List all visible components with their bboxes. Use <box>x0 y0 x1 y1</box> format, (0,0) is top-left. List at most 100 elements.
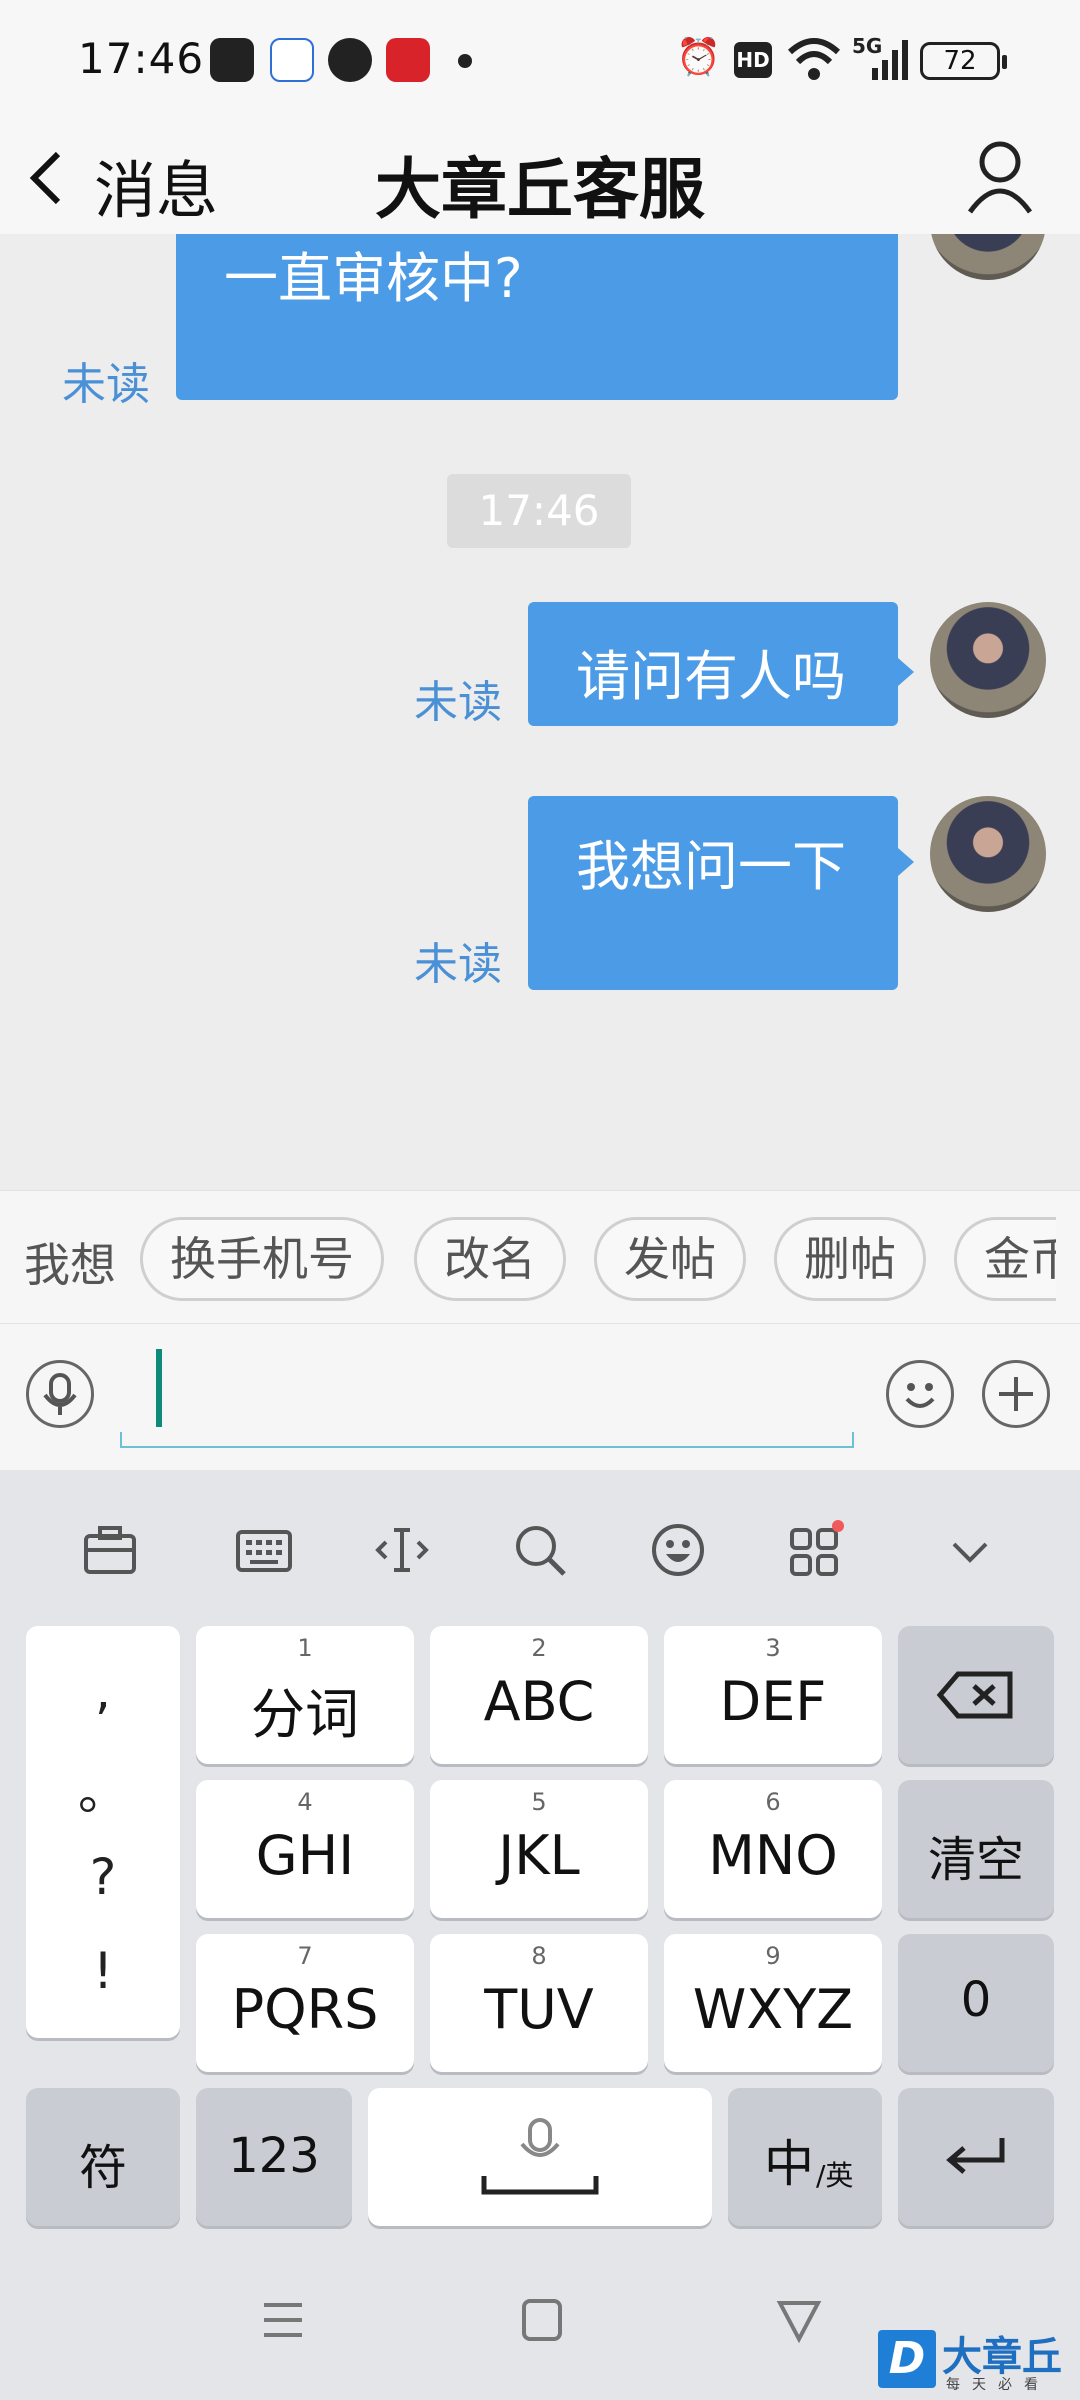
keyboard-icon[interactable] <box>224 1520 304 1600</box>
more-notifications-dot <box>458 54 472 68</box>
punctuation-key[interactable]: ! <box>26 1942 180 2000</box>
collapse-icon[interactable] <box>930 1520 1010 1600</box>
key-label: GHI <box>255 1824 355 1887</box>
key-number: 2 <box>531 1634 547 1662</box>
unread-status: 未读 <box>414 677 502 728</box>
apps-icon[interactable] <box>776 1520 856 1600</box>
shopping-app-icon <box>386 38 430 82</box>
message-input[interactable] <box>120 1432 854 1448</box>
message-text: 请问有人吗 <box>576 645 846 708</box>
key-number: 1 <box>297 1634 313 1662</box>
key-7[interactable]: 7 PQRS <box>196 1934 414 2072</box>
quick-reply-clip: 金币 <box>954 1191 1056 1323</box>
punctuation-key[interactable]: 。 <box>26 1752 180 1824</box>
emoji-button[interactable] <box>886 1360 954 1428</box>
numeric-label: 123 <box>228 2128 320 2184</box>
plus-icon <box>999 1377 1033 1411</box>
text-cursor <box>156 1349 162 1427</box>
enter-button[interactable] <box>898 2088 1054 2226</box>
key-label: MNO <box>708 1824 838 1887</box>
input-bar <box>0 1324 1080 1470</box>
app-notification-icon <box>210 38 254 82</box>
wifi-icon <box>786 34 842 82</box>
key-9[interactable]: 9 WXYZ <box>664 1934 882 2072</box>
symbol-button[interactable]: 符 <box>26 2088 180 2226</box>
key-0[interactable]: 0 <box>898 1934 1054 2072</box>
key-label: ABC <box>483 1670 595 1733</box>
page-title: 大章丘客服 <box>375 151 705 228</box>
smiley-icon <box>905 1383 935 1408</box>
key-2[interactable]: 2 ABC <box>430 1626 648 1764</box>
menu-icon[interactable] <box>258 2294 308 2359</box>
symbol-label: 符 <box>78 2140 127 2196</box>
watermark: D 大章丘 每天必看 <box>878 2324 1080 2400</box>
baidu-icon <box>270 38 314 82</box>
key-label: WXYZ <box>692 1978 854 2041</box>
message-bubble[interactable]: 一直审核中? <box>176 234 898 400</box>
message-bubble[interactable]: 请问有人吗 <box>528 602 898 726</box>
key-number: 4 <box>297 1788 313 1816</box>
language-toggle-button[interactable]: 中 /英 <box>728 2088 882 2226</box>
signal-icon <box>870 40 910 80</box>
key-8[interactable]: 8 TUV <box>430 1934 648 2072</box>
key-5[interactable]: 5 JKL <box>430 1780 648 1918</box>
voice-input-button[interactable] <box>26 1360 94 1428</box>
clear-label: 清空 <box>927 1832 1024 1888</box>
quick-reply-chip[interactable]: 换手机号 <box>140 1217 384 1301</box>
key-6[interactable]: 6 MNO <box>664 1780 882 1918</box>
quick-reply-chip[interactable]: 删帖 <box>774 1217 926 1301</box>
punctuation-key[interactable]: ? <box>26 1848 180 1906</box>
key-number: 3 <box>765 1634 781 1662</box>
key-number: 5 <box>531 1788 547 1816</box>
home-icon[interactable] <box>516 2294 566 2359</box>
key-4[interactable]: 4 GHI <box>196 1780 414 1918</box>
clear-button[interactable]: 清空 <box>898 1780 1054 1918</box>
chat-area[interactable]: 一直审核中? 未读 17:46 请问有人吗 未读 我想问一下 未读 <box>0 234 1080 1190</box>
unread-status: 未读 <box>62 359 150 410</box>
back-nav-icon[interactable] <box>774 2294 824 2359</box>
search-icon[interactable] <box>500 1520 580 1600</box>
key-number: 9 <box>765 1942 781 1970</box>
backspace-icon <box>936 1671 1013 1719</box>
toolbox-icon[interactable] <box>70 1520 150 1600</box>
hd-icon: HD <box>734 42 772 78</box>
space-bar[interactable] <box>368 2088 712 2226</box>
quick-reply-label: 我想 <box>24 1238 116 1292</box>
key-label: TUV <box>484 1978 594 2041</box>
microphone-icon <box>43 1373 77 1415</box>
message-text: 我想问一下 <box>576 835 846 898</box>
quick-reply-chip[interactable]: 金币 <box>954 1217 1056 1301</box>
bubble-tail <box>898 848 914 876</box>
key-label: JKL <box>498 1824 580 1887</box>
key-1[interactable]: 1 分词 <box>196 1626 414 1764</box>
more-actions-button[interactable] <box>982 1360 1050 1428</box>
avatar[interactable] <box>930 234 1046 280</box>
numeric-button[interactable]: 123 <box>196 2088 352 2226</box>
key-number: 6 <box>765 1788 781 1816</box>
avatar[interactable] <box>930 796 1046 912</box>
key-label: DEF <box>719 1670 827 1733</box>
quick-reply-chip[interactable]: 发帖 <box>594 1217 746 1301</box>
avatar[interactable] <box>930 602 1046 718</box>
emoji-icon[interactable] <box>638 1520 718 1600</box>
title-bar: 消息 大章丘客服 <box>0 122 1080 234</box>
message-bubble[interactable]: 我想问一下 <box>528 796 898 990</box>
quick-reply-bar[interactable]: 我想 换手机号 改名 发帖 删帖 金币 <box>0 1190 1080 1324</box>
cursor-move-icon[interactable] <box>362 1520 442 1600</box>
profile-icon[interactable] <box>966 140 1034 216</box>
language-sub-label: /英 <box>816 2159 854 2192</box>
unread-status: 未读 <box>414 939 502 990</box>
key-3[interactable]: 3 DEF <box>664 1626 882 1764</box>
message-timestamp: 17:46 <box>447 474 631 548</box>
punctuation-key[interactable]: , <box>26 1662 180 1720</box>
wechat-icon <box>328 38 372 82</box>
alarm-icon: ⏰ <box>676 37 721 78</box>
status-bar: 17:46 ⏰ HD 5G 72 <box>0 0 1080 122</box>
watermark-logo: D <box>878 2330 936 2388</box>
microphone-icon <box>481 2118 599 2195</box>
message-text: 一直审核中? <box>224 247 523 310</box>
quick-reply-chip[interactable]: 改名 <box>414 1217 566 1301</box>
backspace-button[interactable] <box>898 1626 1054 1764</box>
punctuation-column[interactable]: , 。 ? ! <box>26 1626 180 2038</box>
key-label: 0 <box>960 1972 992 2028</box>
